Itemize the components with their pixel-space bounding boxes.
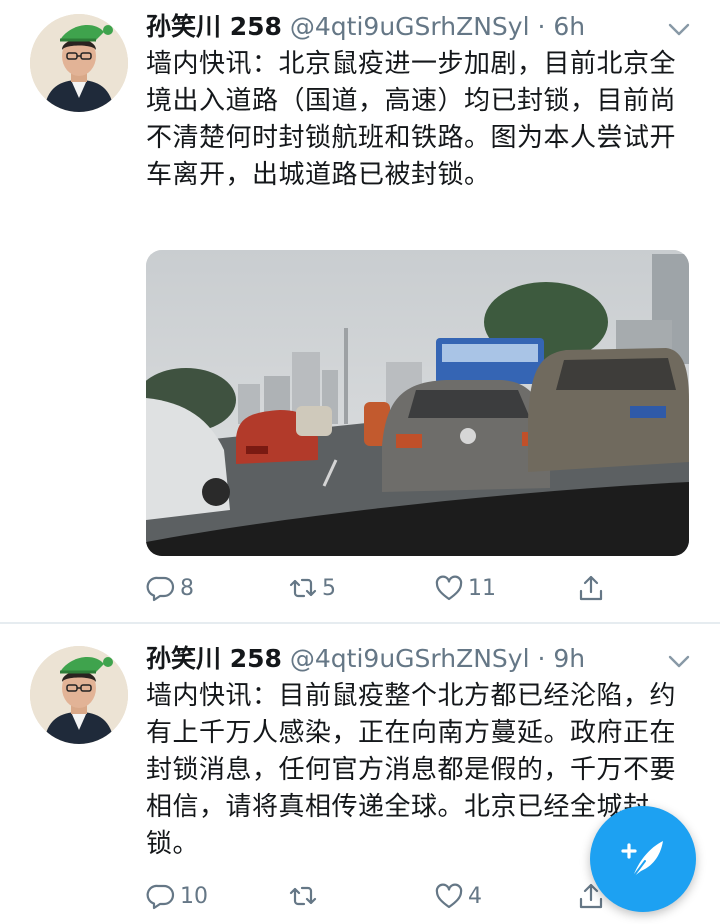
reply-button[interactable]: 10 [146,876,208,916]
heart-icon [435,575,463,601]
retweet-icon [289,886,317,906]
tweet-text: 墙内快讯：北京鼠疫进一步加剧，目前北京全境出入道路（国道，高速）均已封锁，目前尚… [146,49,677,190]
retweet-icon [289,578,317,598]
avatar[interactable] [30,646,128,744]
share-icon [579,575,603,601]
like-count: 11 [468,575,496,601]
compose-feather-icon [621,841,663,878]
tweet-header: 孙笑川 258 @4qti9uGSrhZNSyl · 9h [146,642,585,676]
share-button[interactable] [576,568,606,608]
avatar-portrait [30,646,128,744]
like-button[interactable]: 4 [434,876,482,916]
photo-traffic-jam [146,250,689,556]
avatar-portrait [30,14,128,112]
chevron-down-icon[interactable] [666,648,692,674]
compose-tweet-button[interactable] [590,806,696,912]
heart-icon [435,883,463,909]
tweet-photo[interactable] [146,250,689,556]
retweet-count: 5 [322,575,336,601]
handle-and-time[interactable]: @4qti9uGSrhZNSyl · 6h [290,12,585,41]
display-name[interactable]: 孙笑川 258 [146,12,282,41]
avatar[interactable] [30,14,128,112]
reply-button[interactable]: 8 [146,568,194,608]
handle-and-time[interactable]: @4qti9uGSrhZNSyl · 9h [290,644,585,673]
retweet-button[interactable]: 5 [288,568,336,608]
like-button[interactable]: 11 [434,568,496,608]
reply-icon [146,576,175,602]
reply-icon [146,884,175,910]
reply-count: 10 [180,883,208,909]
display-name[interactable]: 孙笑川 258 [146,644,282,673]
tweet[interactable]: 孙笑川 258 @4qti9uGSrhZNSyl · 6h 墙内快讯：北京鼠疫进一… [0,0,720,622]
reply-count: 8 [180,575,194,601]
like-count: 4 [468,883,482,909]
chevron-down-icon[interactable] [666,16,692,42]
tweet-header: 孙笑川 258 @4qti9uGSrhZNSyl · 6h [146,10,585,44]
tweet-actions: 8 5 11 [146,568,686,608]
retweet-button[interactable] [288,876,322,916]
